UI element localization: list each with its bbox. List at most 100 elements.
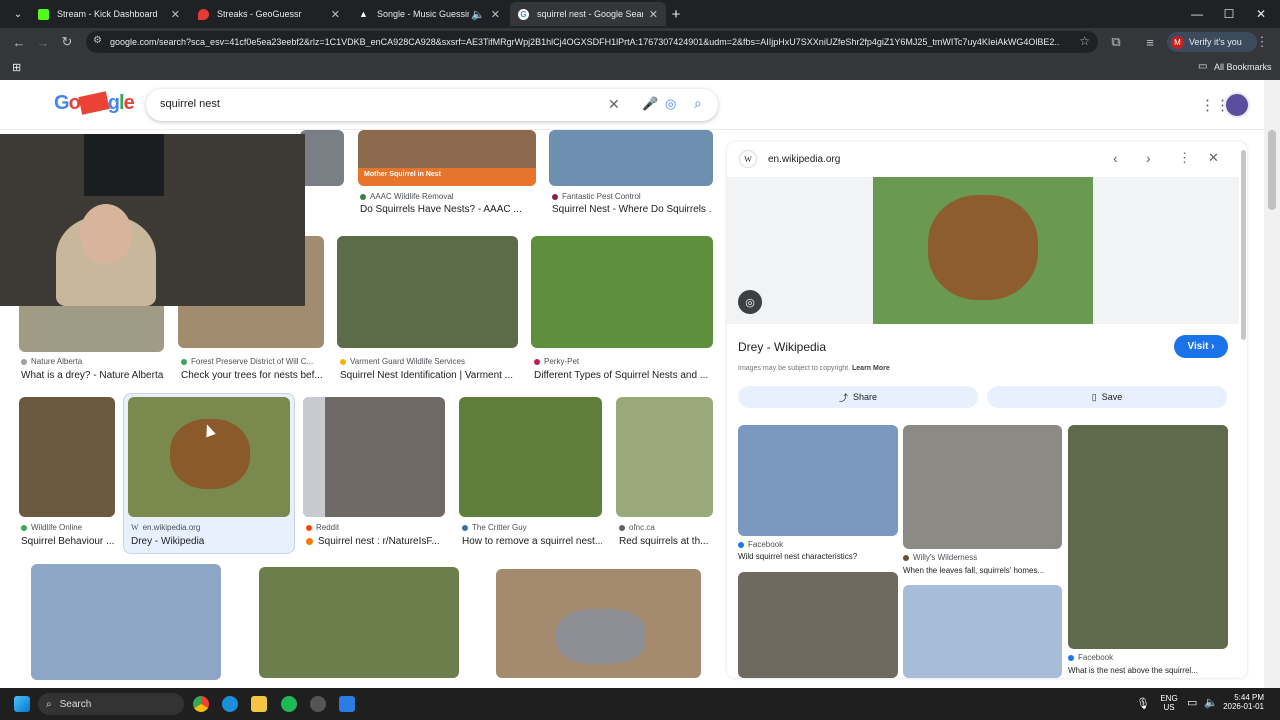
windows-start-icon[interactable] (14, 696, 30, 712)
result-caption[interactable]: How to remove a squirrel nest... (462, 536, 602, 547)
result-caption[interactable]: Check your trees for nests bef... (181, 370, 324, 381)
result-caption[interactable]: Do Squirrels Have Nests? - AAAC ... (360, 204, 536, 215)
result-source[interactable]: Forest Preserve District of Will C... (181, 357, 313, 366)
result-image[interactable] (337, 236, 518, 348)
verify-profile-button[interactable]: M Verify it's you (1167, 32, 1257, 52)
account-avatar[interactable] (1224, 92, 1250, 118)
language-indicator[interactable]: ENG US (1159, 694, 1179, 712)
result-image[interactable] (549, 130, 713, 186)
related-image[interactable] (738, 572, 898, 678)
related-source[interactable]: Facebook (1068, 653, 1113, 662)
media-icon[interactable]: ≡ (1140, 32, 1160, 52)
file-explorer-icon[interactable] (251, 696, 267, 712)
clock[interactable]: 5:44 PM 2026-01-01 (1222, 693, 1264, 711)
result-source[interactable]: Reddit (306, 523, 339, 532)
chrome-icon[interactable] (193, 696, 209, 712)
more-options-icon[interactable]: ⋮ (1178, 150, 1191, 166)
close-icon[interactable]: ✕ (171, 8, 180, 21)
result-caption[interactable]: What is a drey? - Nature Alberta (21, 370, 166, 381)
network-icon[interactable]: ▭ (1187, 696, 1197, 709)
result-source[interactable]: Nature Alberta (21, 357, 82, 366)
close-icon[interactable]: ✕ (649, 8, 658, 21)
speaker-icon[interactable]: 🔈 (471, 8, 485, 21)
result-image[interactable] (459, 397, 602, 517)
google-logo[interactable]: Go gle (54, 91, 135, 115)
related-image[interactable] (903, 585, 1062, 678)
result-source[interactable]: Varment Guard Wildlife Services (340, 357, 465, 366)
close-icon[interactable]: ✕ (491, 8, 500, 21)
chevron-right-icon[interactable]: › (1146, 150, 1151, 166)
result-source[interactable]: The Critter Guy (462, 523, 527, 532)
apps-grid-icon[interactable]: ⊞ (12, 61, 21, 74)
result-caption[interactable]: Squirrel Behaviour ... (21, 536, 115, 547)
tab-kick[interactable]: Stream - Kick Dashboard ✕ (30, 2, 188, 26)
result-image[interactable] (531, 236, 713, 348)
result-source[interactable]: AAAC Wildlife Removal (360, 192, 454, 201)
result-image-selected[interactable] (128, 397, 290, 517)
menu-kebab-icon[interactable]: ⋮ (1252, 32, 1272, 52)
panel-scrollbar[interactable] (1241, 150, 1246, 340)
lens-icon[interactable]: ◎ (665, 96, 676, 112)
result-image[interactable] (259, 567, 459, 678)
result-image[interactable] (31, 564, 221, 680)
taskbar-search[interactable]: ⌕ Search (38, 693, 184, 715)
window-close-icon[interactable]: ✕ (1244, 0, 1278, 28)
tab-google-search[interactable]: G squirrel nest - Google Search ✕ (510, 2, 666, 26)
related-source[interactable]: Willy's Wilderness (903, 553, 977, 562)
result-source[interactable]: Fantastic Pest Control (552, 192, 641, 201)
learn-more-link[interactable]: Learn More (852, 365, 890, 372)
result-image[interactable] (616, 397, 713, 517)
related-image[interactable] (1068, 425, 1228, 649)
panel-site[interactable]: en.wikipedia.org (768, 154, 840, 165)
extensions-icon[interactable]: ⧉ (1106, 32, 1126, 52)
preview-image[interactable] (873, 177, 1093, 324)
tab-search-icon[interactable]: ⌄ (8, 4, 28, 24)
forward-icon[interactable]: → (33, 32, 53, 52)
result-caption[interactable]: Squirrel Nest - Where Do Squirrels ... (552, 204, 712, 215)
result-source[interactable]: Wildlife Online (21, 523, 82, 532)
obs-icon[interactable] (310, 696, 326, 712)
minimize-icon[interactable]: — (1180, 0, 1214, 28)
result-image[interactable] (303, 397, 445, 517)
close-icon[interactable]: ✕ (331, 8, 340, 21)
maximize-icon[interactable]: ☐ (1212, 0, 1246, 28)
related-image[interactable] (738, 425, 898, 536)
related-source[interactable]: Facebook (738, 540, 783, 549)
app-icon[interactable] (339, 696, 355, 712)
related-caption[interactable]: Wild squirrel nest characteristics? (738, 552, 898, 561)
panel-title[interactable]: Drey - Wikipedia (738, 340, 826, 354)
related-image[interactable] (903, 425, 1062, 549)
address-bar[interactable]: ⚙ google.com/search?sca_esv=41cf0e5ea23e… (86, 31, 1098, 53)
tab-songle[interactable]: ▲ Songle - Music Guessing G 🔈 ✕ (350, 2, 508, 26)
search-box[interactable]: squirrel nest ✕ 🎤 ◎ ⌕ (146, 89, 718, 121)
page-scrollbar-track[interactable] (1264, 80, 1280, 688)
result-caption[interactable]: Different Types of Squirrel Nests and ..… (534, 370, 712, 381)
search-input[interactable]: squirrel nest (160, 98, 220, 110)
lens-search-icon[interactable]: ◎ (738, 290, 762, 314)
all-bookmarks-link[interactable]: All Bookmarks (1214, 62, 1272, 72)
site-info-icon[interactable]: ⚙ (93, 35, 102, 46)
edge-icon[interactable] (222, 696, 238, 712)
clear-icon[interactable]: ✕ (608, 96, 620, 113)
volume-icon[interactable]: 🔈 (1204, 696, 1218, 709)
result-source[interactable]: Wen.wikipedia.org (131, 523, 200, 532)
result-source[interactable]: Perky-Pet (534, 357, 579, 366)
result-source[interactable]: ofnc.ca (619, 523, 655, 532)
save-button[interactable]: ▯ Save (987, 386, 1227, 408)
related-caption[interactable]: What is the nest above the squirrel... (1068, 666, 1228, 675)
related-caption[interactable]: When the leaves fall, squirrels' homes..… (903, 566, 1062, 575)
result-caption[interactable]: Red squirrels at th... (619, 536, 713, 547)
mic-tray-icon[interactable]: 🎙 (1136, 697, 1150, 710)
result-image[interactable] (496, 569, 701, 678)
new-tab-icon[interactable]: + (666, 4, 686, 24)
bookmark-star-icon[interactable]: ☆ (1079, 34, 1090, 48)
back-icon[interactable]: ← (9, 32, 29, 52)
microphone-icon[interactable]: 🎤 (642, 96, 658, 112)
result-caption[interactable]: Drey - Wikipedia (131, 536, 291, 547)
close-panel-icon[interactable]: ✕ (1208, 150, 1219, 166)
spotify-icon[interactable] (281, 696, 297, 712)
result-caption[interactable]: Squirrel nest : r/NatureIsF... (306, 536, 444, 547)
tab-geoguessr[interactable]: Streaks - GeoGuessr ✕ (190, 2, 348, 26)
result-image[interactable]: Mother Squirrel in Nest (358, 130, 536, 186)
reload-icon[interactable]: ↻ (57, 32, 77, 52)
